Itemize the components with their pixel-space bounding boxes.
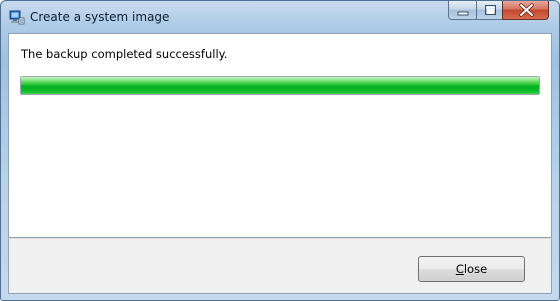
maximize-icon: [485, 5, 496, 15]
progress-fill: [21, 77, 539, 94]
window-title: Create a system image: [30, 10, 170, 24]
dialog-window: Create a system image The backup complet…: [0, 0, 560, 301]
content-panel: The backup completed successfully.: [8, 33, 552, 238]
title-bar[interactable]: Create a system image: [1, 1, 559, 33]
backup-computer-icon: [9, 9, 25, 25]
close-button-label: lose: [463, 262, 488, 276]
close-button-mnemonic: C: [455, 262, 464, 276]
progress-bar: [20, 76, 540, 95]
minimize-icon: [457, 11, 469, 16]
close-button[interactable]: Close: [418, 256, 525, 282]
button-bar: Close: [8, 238, 552, 294]
minimize-button[interactable]: [448, 1, 477, 20]
status-message: The backup completed successfully.: [21, 47, 228, 61]
window-close-button[interactable]: [502, 1, 549, 20]
maximize-button[interactable]: [476, 1, 503, 20]
close-icon: [519, 3, 534, 17]
